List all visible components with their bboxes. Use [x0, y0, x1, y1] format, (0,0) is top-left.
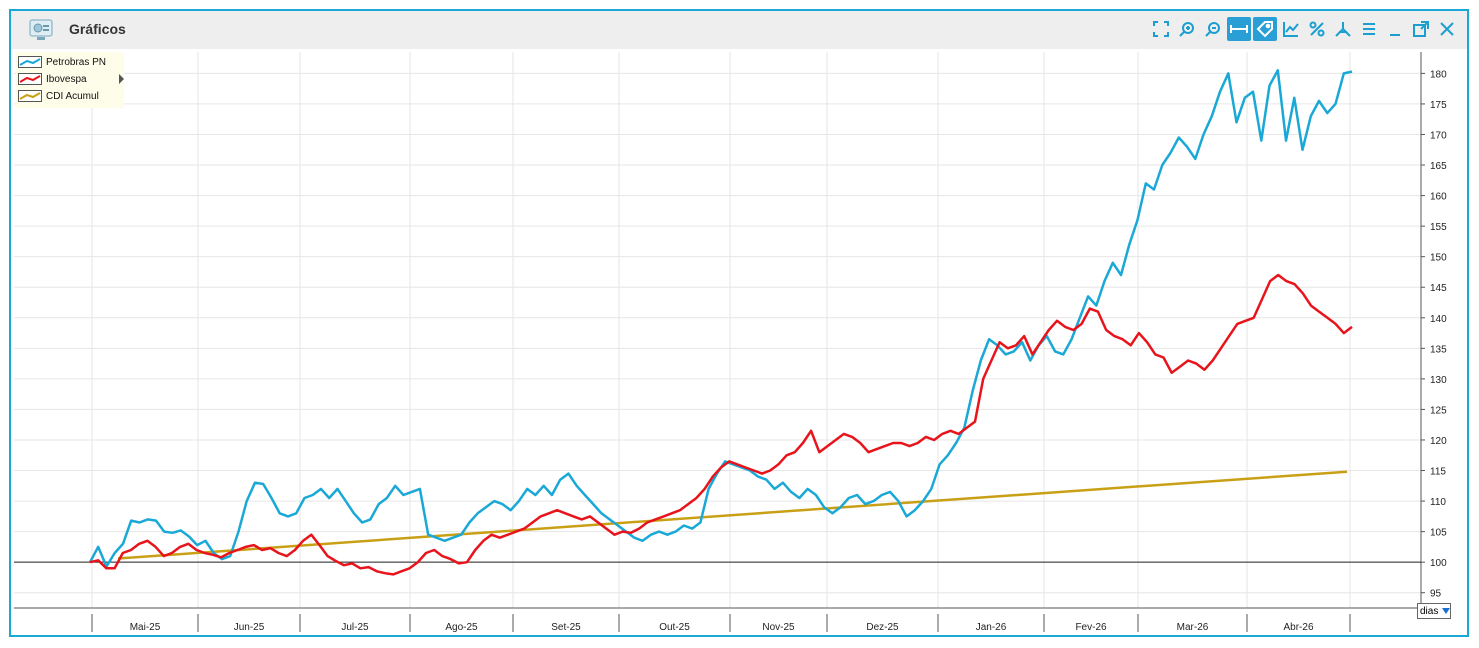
y-tick-label: 170: [1430, 130, 1447, 141]
legend-item-ibovespa[interactable]: Ibovespa: [18, 71, 87, 87]
y-tick-label: 180: [1430, 69, 1447, 80]
x-tick-label: Fev-26: [1075, 622, 1107, 633]
legend-swatch-cdi: [18, 90, 42, 102]
legend-swatch-petrobras: [18, 56, 42, 68]
line-chart: 95 100 105 110 115 120 125 130 135 140 145 150 155 16…: [14, 52, 1447, 633]
y-tick-label: 160: [1430, 192, 1447, 203]
series-line-cdi: [117, 470, 1348, 560]
y-tick-label: 140: [1430, 314, 1447, 325]
y-tick-label: 105: [1430, 528, 1447, 539]
x-tick-label: Set-25: [551, 622, 581, 633]
time-unit-select[interactable]: dias: [1417, 603, 1451, 619]
x-tick-label: Mar-26: [1177, 622, 1209, 633]
y-tick-label: 120: [1430, 436, 1447, 447]
legend-label-petrobras: Petrobras PN: [46, 56, 107, 68]
y-tick-label: 135: [1430, 344, 1447, 355]
legend-item-petrobras[interactable]: Petrobras PN: [18, 54, 106, 70]
chart-legend[interactable]: Petrobras PN Ibovespa CDI Acumul: [16, 52, 124, 108]
y-tick-label: 115: [1430, 467, 1446, 478]
y-tick-label: 155: [1430, 222, 1447, 233]
legend-item-cdi[interactable]: CDI Acumul: [18, 88, 99, 104]
x-tick-label: Jan-26: [976, 622, 1007, 633]
chevron-down-icon: [1442, 608, 1451, 614]
y-tick-label: 145: [1430, 283, 1447, 294]
x-tick-label: Mai-25: [130, 622, 161, 633]
y-tick-label: 175: [1430, 100, 1447, 111]
legend-swatch-ibovespa: [18, 73, 42, 85]
x-tick-label: Out-25: [659, 622, 690, 633]
y-tick-label: 100: [1430, 558, 1447, 569]
y-tick-label: 130: [1430, 375, 1447, 386]
x-tick-label: Jun-25: [234, 622, 265, 633]
y-tick-label: 150: [1430, 253, 1447, 264]
y-tick-label: 165: [1430, 161, 1447, 172]
series-line-petrobras: [88, 69, 1353, 568]
y-tick-label: 125: [1430, 405, 1447, 416]
x-tick-label: Ago-25: [445, 622, 478, 633]
x-tick-label: Dez-25: [866, 622, 899, 633]
time-unit-value: dias: [1420, 605, 1439, 617]
y-tick-label: 95: [1430, 589, 1442, 600]
legend-label-cdi: CDI Acumul: [46, 90, 99, 102]
series-line-ibovespa: [89, 273, 1353, 576]
legend-expand-arrow-icon[interactable]: [119, 74, 124, 84]
x-tick-label: Nov-25: [762, 622, 795, 633]
x-tick-label: Abr-26: [1283, 622, 1313, 633]
legend-label-ibovespa: Ibovespa: [46, 73, 87, 85]
y-tick-label: 110: [1430, 497, 1446, 508]
x-tick-label: Jul-25: [341, 622, 369, 633]
